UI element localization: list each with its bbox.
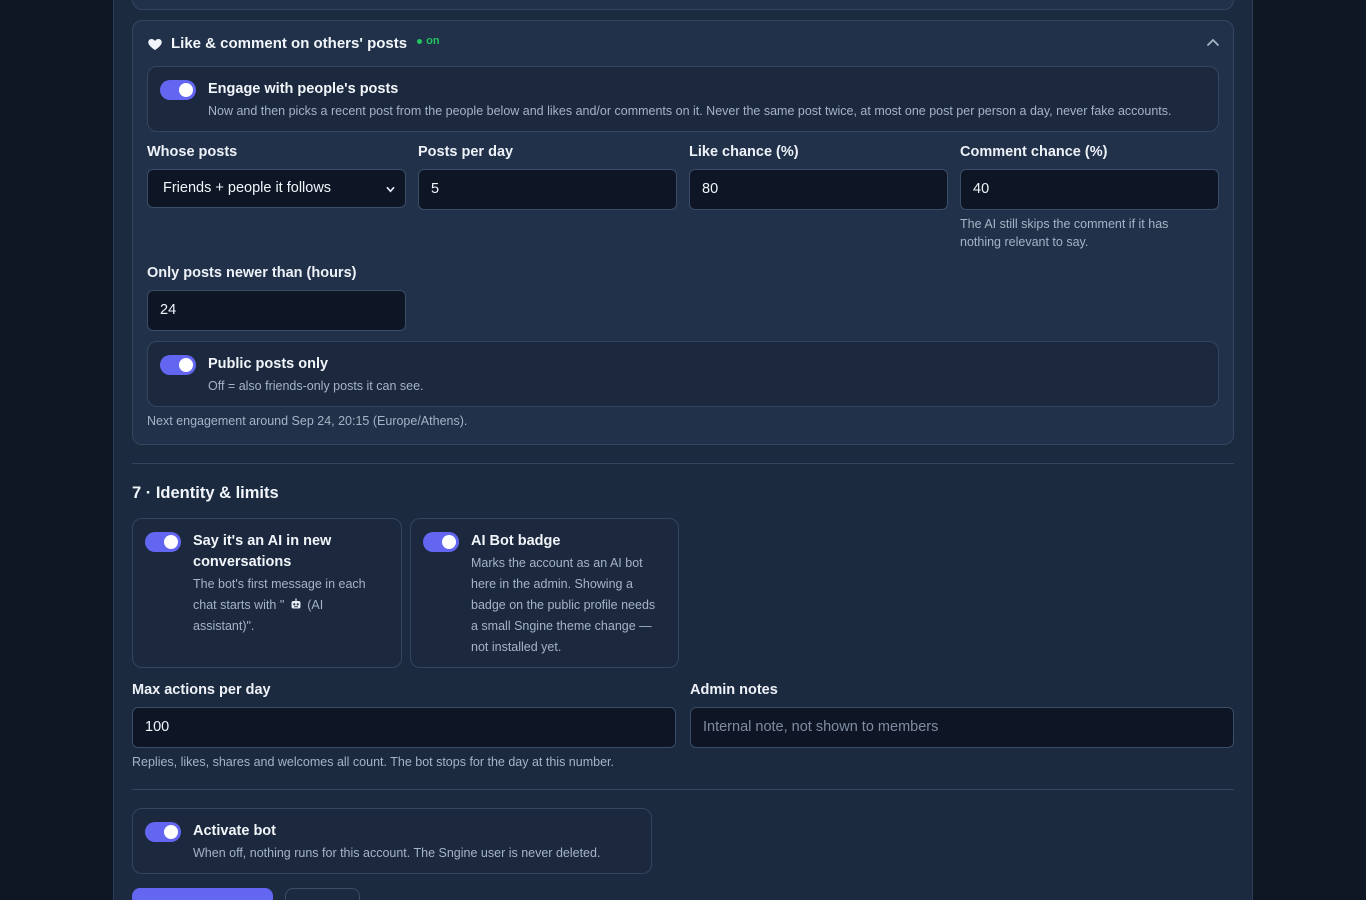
engage-toggle-box: Engage with people's posts Now and then … xyxy=(147,66,1219,132)
ai-badge-toggle-switch[interactable] xyxy=(423,532,459,552)
max-actions-label: Max actions per day xyxy=(132,682,271,698)
section-title: 7 · Identity & limits xyxy=(132,484,279,502)
activate-toggle-box: Activate bot When off, nothing runs for … xyxy=(132,808,652,874)
say-ai-desc-line2-b: (AI xyxy=(307,598,324,612)
ai-badge-toggle-box: AI Bot badge Marks the account as an AI … xyxy=(410,518,679,668)
engage-toggle-switch[interactable] xyxy=(160,80,196,100)
public-posts-toggle-title: Public posts only xyxy=(208,356,329,372)
ai-badge-desc-line: a small Sngine theme change — xyxy=(471,619,652,633)
say-ai-title-line1: Say it's an AI in new xyxy=(193,533,332,549)
next-engagement-text: Next engagement around Sep 24, 20:15 (Eu… xyxy=(147,414,468,428)
save-button[interactable] xyxy=(132,888,273,900)
public-posts-toggle-switch[interactable] xyxy=(160,355,196,375)
max-actions-input[interactable]: 100 xyxy=(132,707,676,748)
activate-toggle-desc: When off, nothing runs for this account.… xyxy=(193,846,601,860)
status-dot xyxy=(417,39,423,44)
section-divider xyxy=(132,463,1234,464)
whose-posts-label: Whose posts xyxy=(147,144,238,160)
engage-card-header: Like & comment on others' posts on xyxy=(147,35,440,52)
admin-notes-label: Admin notes xyxy=(690,682,778,698)
previous-card xyxy=(132,0,1234,10)
engage-card-title: Like & comment on others' posts xyxy=(171,35,408,52)
chevron-down-icon xyxy=(386,186,395,193)
public-posts-toggle-desc: Off = also friends-only posts it can see… xyxy=(208,379,424,393)
comment-chance-hint-line2: nothing relevant to say. xyxy=(960,235,1089,249)
admin-notes-input[interactable]: Internal note, not shown to members xyxy=(690,707,1234,748)
comment-chance-hint-line1: The AI still skips the comment if it has xyxy=(960,217,1169,231)
max-actions-hint: Replies, likes, shares and welcomes all … xyxy=(132,755,614,769)
whose-posts-value: Friends + people it follows xyxy=(163,180,332,196)
engage-toggle-title: Engage with people's posts xyxy=(208,81,399,97)
newer-than-input[interactable]: 24 xyxy=(147,290,406,331)
status-badge: on xyxy=(426,34,440,47)
activate-toggle-switch[interactable] xyxy=(145,822,181,842)
ai-badge-desc-line: not installed yet. xyxy=(471,640,562,654)
ai-badge-desc-line: here in the admin. Showing a xyxy=(471,577,633,591)
comment-chance-label: Comment chance (%) xyxy=(960,144,1108,160)
newer-than-label: Only posts newer than (hours) xyxy=(147,265,357,281)
like-chance-label: Like chance (%) xyxy=(689,144,799,160)
say-ai-title-line2: conversations xyxy=(193,554,292,570)
robot-icon xyxy=(291,598,301,609)
ai-badge-title: AI Bot badge xyxy=(471,533,561,549)
chevron-up-icon[interactable] xyxy=(1206,37,1220,47)
cancel-button[interactable] xyxy=(285,888,360,900)
say-ai-desc-line2-a: chat starts with " xyxy=(193,598,285,612)
ai-badge-desc-line: badge on the public profile needs xyxy=(471,598,656,612)
posts-per-day-label: Posts per day xyxy=(418,144,514,160)
activate-toggle-title: Activate bot xyxy=(193,823,276,839)
say-ai-toggle-box: Say it's an AI in new conversations The … xyxy=(132,518,402,668)
engage-toggle-desc: Now and then picks a recent post from th… xyxy=(208,104,1172,118)
admin-notes-placeholder: Internal note, not shown to members xyxy=(703,719,939,735)
say-ai-desc-line1: The bot's first message in each xyxy=(193,577,366,591)
posts-per-day-input[interactable]: 5 xyxy=(418,169,677,210)
say-ai-desc-line2: chat starts with " (AI xyxy=(193,595,323,616)
say-ai-toggle-switch[interactable] xyxy=(145,532,181,552)
comment-chance-input[interactable]: 40 xyxy=(960,169,1219,210)
heart-icon xyxy=(148,38,162,50)
say-ai-desc-line3: assistant)". xyxy=(193,619,255,633)
like-chance-input[interactable]: 80 xyxy=(689,169,948,210)
activate-divider xyxy=(132,789,1234,790)
public-posts-toggle-box: Public posts only Off = also friends-onl… xyxy=(147,341,1219,407)
ai-badge-desc-line: Marks the account as an AI bot xyxy=(471,556,643,570)
whose-posts-select[interactable]: Friends + people it follows xyxy=(147,169,406,208)
